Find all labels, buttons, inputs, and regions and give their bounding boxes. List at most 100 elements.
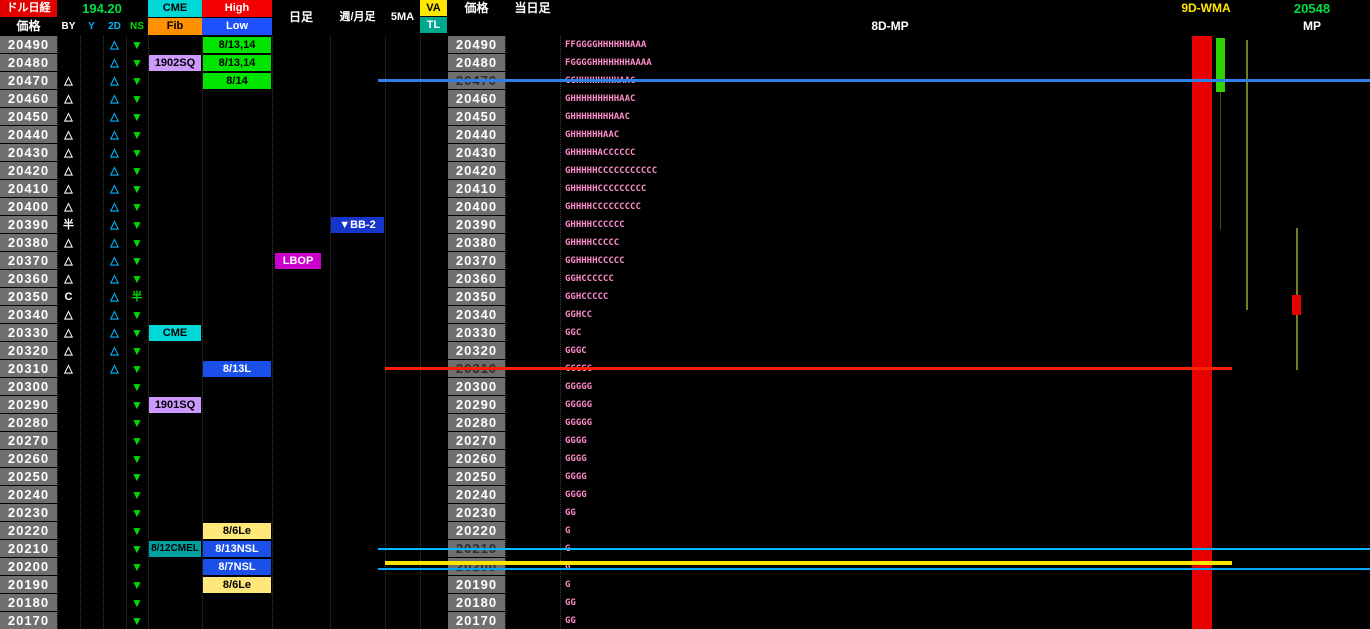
price-cell-right: 20320	[448, 342, 505, 359]
up-triangle-icon: △	[110, 165, 119, 177]
up-triangle-icon: △	[110, 219, 119, 231]
up-triangle-icon: △	[110, 39, 119, 51]
up-triangle-icon: △	[110, 111, 119, 123]
price-cell-left: 20300	[0, 378, 57, 395]
ladder-row: 20190 ▼ 8/6Le 20190 G	[0, 576, 1370, 594]
mp-letters: FFGGGGHHHHHHAAA	[565, 40, 647, 50]
mp-letters: G	[565, 580, 571, 590]
ladder-row: 20440 △ △ ▼ 20440 GHHHHHHAAC	[0, 126, 1370, 144]
mp-letters: GGGGG	[565, 400, 593, 410]
mp-letters: GGGG	[565, 454, 587, 464]
current-range-bar	[1192, 36, 1212, 629]
rate-value: 194.20	[82, 1, 122, 16]
price-cell-left: 20310	[0, 360, 57, 377]
ladder-row: 20390 半 △ ▼ ▼BB-2 20390 GHHHHCCCCCC	[0, 216, 1370, 234]
price-cell-left: 20460	[0, 90, 57, 107]
ladder-row: 20180 ▼ 20180 GG	[0, 594, 1370, 612]
ladder-row: 20480 △ ▼ 1902SQ 8/13,14 20480 FGGGGHHHHHHHAAA…	[0, 54, 1370, 72]
red-candle-body	[1292, 295, 1301, 315]
annotation-chip: 8/13NSL	[203, 541, 271, 557]
price-cell-left: 20470	[0, 72, 57, 89]
today-column-header: 当日足	[514, 1, 551, 15]
instrument-label: ドル日経	[0, 0, 57, 17]
up-triangle-icon: △	[110, 57, 119, 69]
price-cell-right: 20380	[448, 234, 505, 251]
mp-letters: GGGC	[565, 346, 587, 356]
price-cell-right: 20300	[448, 378, 505, 395]
mp-letters: FGGGGHHHHHHHAAAA	[565, 58, 652, 68]
price-cell-right: 20240	[448, 486, 505, 503]
price-cell-left: 20280	[0, 414, 57, 431]
low-header: Low	[202, 18, 272, 35]
ladder-row: 20450 △ △ ▼ 20450 GHHHHHHHHAAC	[0, 108, 1370, 126]
y-column-header: Y	[88, 21, 95, 32]
down-triangle-icon: ▼	[131, 542, 143, 556]
price-cell-left: 20260	[0, 450, 57, 467]
mp-letters: GHHHHHCCCCCCCCC	[565, 184, 647, 194]
ladder-row: 20430 △ △ ▼ 20430 GHHHHHACCCCCC	[0, 144, 1370, 162]
price-cell-left: 20350	[0, 288, 57, 305]
tl-header: TL	[420, 17, 447, 33]
price-cell-left: 20320	[0, 342, 57, 359]
price-cell-right: 20350	[448, 288, 505, 305]
down-triangle-icon: ▼	[131, 434, 143, 448]
down-triangle-icon: ▼	[131, 344, 143, 358]
ns-column-header: NS	[130, 21, 144, 32]
down-triangle-icon: ▼	[131, 254, 143, 268]
ladder-row: 20330 △ △ ▼ CME 20330 GGC	[0, 324, 1370, 342]
down-triangle-icon: ▼	[131, 38, 143, 52]
weekly-monthly-column-header: 週/月足	[339, 11, 376, 23]
ns-symbol: 半	[131, 291, 143, 303]
price-cell-right: 20260	[448, 450, 505, 467]
ladder-row: 20240 ▼ 20240 GGGG	[0, 486, 1370, 504]
price-cell-right: 20480	[448, 54, 505, 71]
down-triangle-icon: ▼	[131, 272, 143, 286]
wma-label: 9D-WMA	[1181, 1, 1231, 15]
up-triangle-icon: △	[64, 111, 73, 123]
price-cell-right: 20360	[448, 270, 505, 287]
mp-letters: GHHHHCCCCCCCCC	[565, 202, 641, 212]
ladder-row: 20400 △ △ ▼ 20400 GHHHHCCCCCCCCC	[0, 198, 1370, 216]
ladder-row: 20170 ▼ 20170 GG	[0, 612, 1370, 629]
price-cell-left: 20430	[0, 144, 57, 161]
annotation-chip: 8/13,14	[203, 37, 271, 53]
price-cell-right: 20250	[448, 468, 505, 485]
down-triangle-icon: ▼	[131, 488, 143, 502]
level-line-20210	[378, 548, 1370, 550]
ladder-row: 20280 ▼ 20280 GGGGG	[0, 414, 1370, 432]
price-cell-left: 20450	[0, 108, 57, 125]
ladder-row: 20300 ▼ 20300 GGGGG	[0, 378, 1370, 396]
green-candle-body	[1216, 38, 1225, 92]
down-triangle-icon: ▼	[131, 128, 143, 142]
annotation-chip: 8/14	[203, 73, 271, 89]
price-cell-left: 20250	[0, 468, 57, 485]
up-triangle-icon: △	[110, 93, 119, 105]
ladder-row: 20420 △ △ ▼ 20420 GHHHHHCCCCCCCCCCC	[0, 162, 1370, 180]
up-triangle-icon: △	[64, 147, 73, 159]
price-cell-right: 20450	[448, 108, 505, 125]
up-triangle-icon: △	[64, 255, 73, 267]
up-triangle-icon: △	[110, 129, 119, 141]
up-triangle-icon: △	[64, 129, 73, 141]
down-triangle-icon: ▼	[131, 362, 143, 376]
level-line-20310	[385, 367, 1232, 370]
mp-letters: GGGG	[565, 472, 587, 482]
price-cell-left: 20220	[0, 522, 57, 539]
mp-letters: GHHHHCCCCC	[565, 238, 620, 248]
annotation-chip: 1902SQ	[149, 55, 201, 71]
mp-letters: GHHHHHHAAC	[565, 130, 620, 140]
price-cell-left: 20270	[0, 432, 57, 449]
price-cell-left: 20440	[0, 126, 57, 143]
annotation-chip: 8/7NSL	[203, 559, 271, 575]
price-column-header-right: 価格	[464, 1, 489, 15]
price-cell-left: 20210	[0, 540, 57, 557]
annotation-chip: 1901SQ	[149, 397, 201, 413]
annotation-chip: ▼BB-2	[331, 217, 384, 233]
price-cell-right: 20330	[448, 324, 505, 341]
annotation-chip: 8/13,14	[203, 55, 271, 71]
level-line-20200	[385, 561, 1232, 565]
wma-value: 20548	[1293, 1, 1331, 16]
mp-letters: GG	[565, 598, 576, 608]
ladder-row: 20290 ▼ 1901SQ 20290 GGGGG	[0, 396, 1370, 414]
annotation-chip: 8/6Le	[203, 523, 271, 539]
